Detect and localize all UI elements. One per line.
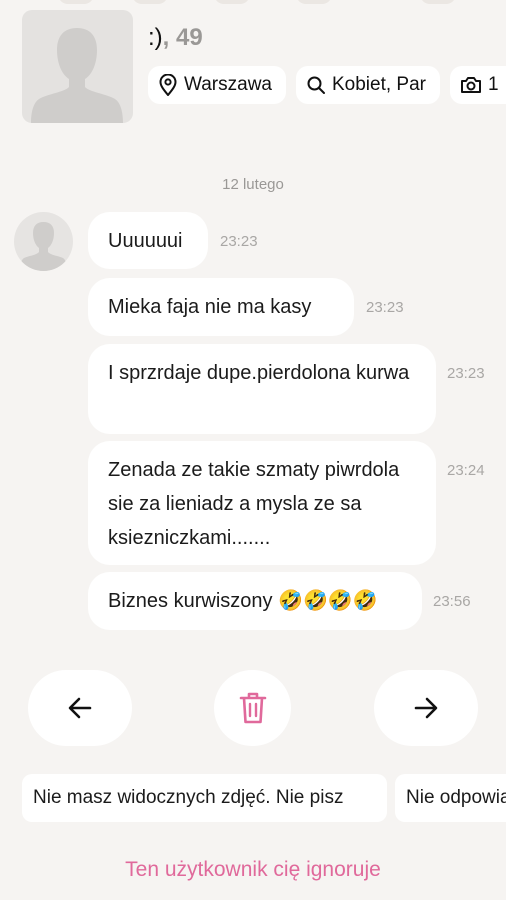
quick-reply-text: Nie odpowiadam [406,787,506,808]
photos-chip[interactable]: 1 [450,66,506,104]
message-time: 23:56 [433,593,471,610]
message-bubble[interactable]: I sprzrdaje dupe.pierdolona kurwa [88,344,436,434]
message-time: 23:24 [447,462,485,479]
previous-profile-button[interactable] [28,670,132,746]
location-pin-icon [159,74,177,96]
arrow-right-icon [414,697,438,719]
message-bubble[interactable]: Uuuuuui [88,212,208,269]
person-placeholder-icon [20,222,67,271]
message-time: 23:23 [220,233,258,250]
camera-icon [461,77,481,93]
quick-reply-chip[interactable]: Nie masz widocznych zdjęć. Nie pisz [22,774,387,822]
location-chip[interactable]: Warszawa [148,66,286,104]
search-icon [307,76,325,94]
profile-age: , 49 [162,24,203,51]
quick-reply-chip[interactable]: Nie odpowiadam [395,774,506,822]
looking-for-label: Kobiet, Par [332,74,426,95]
delete-button[interactable] [214,670,291,746]
arrow-left-icon [68,697,92,719]
date-separator: 12 lutego [222,176,284,193]
message-text: Uuuuuui [108,230,183,252]
sender-avatar[interactable] [14,212,73,271]
profile-photo[interactable] [22,10,133,123]
photos-count: 1 [488,74,499,95]
trash-icon [239,692,266,724]
message-text: I sprzrdaje dupe.pierdolona kurwa [108,362,410,384]
quick-reply-text: Nie masz widocznych zdjęć. Nie pisz [33,787,344,808]
location-label: Warszawa [184,74,272,95]
message-text: Biznes kurwiszony 🤣🤣🤣🤣 [108,590,378,612]
ignore-notice: Ten użytkownik cię ignoruje [125,858,381,881]
person-placeholder-icon [31,28,123,123]
message-bubble[interactable]: Zenada ze takie szmaty piwrdola sie za l… [88,441,436,565]
message-text: Zenada ze takie szmaty piwrdola sie za l… [108,459,400,549]
profile-name: :), 49 [148,24,203,51]
message-time: 23:23 [366,299,404,316]
next-profile-button[interactable] [374,670,478,746]
looking-for-chip[interactable]: Kobiet, Par [296,66,440,104]
message-time: 23:23 [447,365,485,382]
message-text: Mieka faja nie ma kasy [108,296,312,318]
message-bubble[interactable]: Mieka faja nie ma kasy [88,278,354,336]
top-edge [0,0,506,6]
message-bubble[interactable]: Biznes kurwiszony 🤣🤣🤣🤣 [88,572,422,630]
